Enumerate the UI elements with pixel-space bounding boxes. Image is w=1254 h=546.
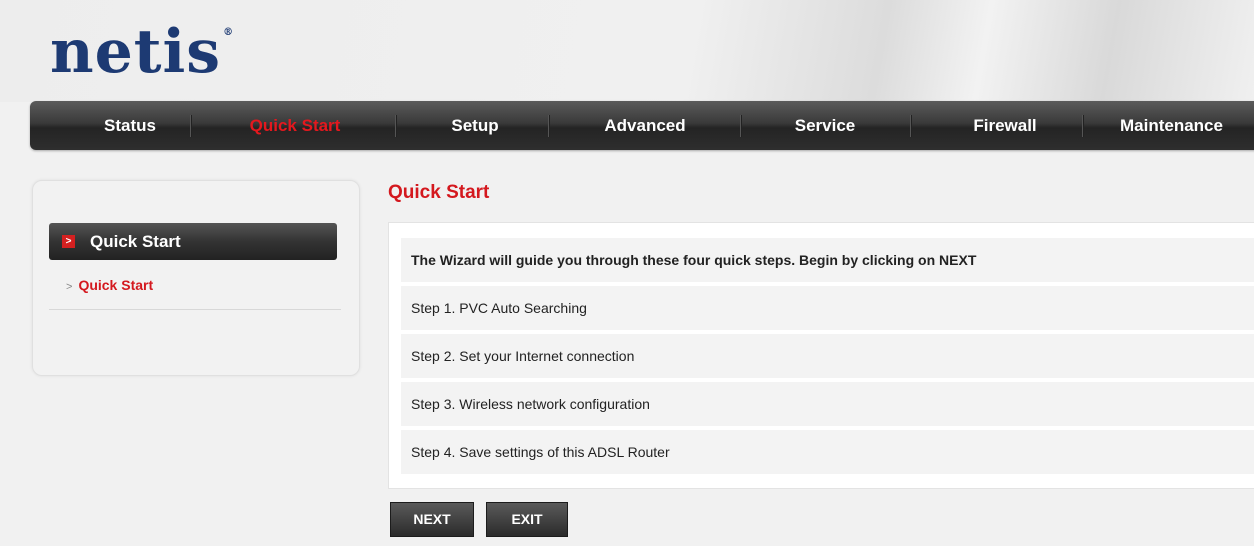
sidebar-divider [49,309,341,310]
chevron-right-icon: > [66,281,73,293]
wizard-step-3: Step 3. Wireless network configuration [401,382,1254,426]
logo-text: netis [50,17,222,87]
nav-separator [910,115,912,137]
arrow-right-icon: > [62,235,75,248]
sidebar-header-quick-start[interactable]: > Quick Start [49,223,337,260]
wizard-intro: The Wizard will guide you through these … [401,238,1254,282]
nav-separator [395,115,397,137]
sidebar-header-label: Quick Start [90,232,181,251]
nav-setup[interactable]: Setup [415,101,535,150]
nav-separator [548,115,550,137]
nav-separator [740,115,742,137]
netis-logo: netis ® [50,22,234,82]
nav-firewall[interactable]: Firewall [930,101,1080,150]
nav-separator [190,115,192,137]
nav-service[interactable]: Service [760,101,890,150]
sidebar-item-label: Quick Start [78,277,154,293]
sidebar-item-quick-start[interactable]: > Quick Start [66,277,153,293]
wizard-step-2: Step 2. Set your Internet connection [401,334,1254,378]
nav-quick-start[interactable]: Quick Start [220,101,370,150]
wizard-step-1: Step 1. PVC Auto Searching [401,286,1254,330]
wizard-step-4: Step 4. Save settings of this ADSL Route… [401,430,1254,474]
main-nav: Status Quick Start Setup Advanced Servic… [30,101,1254,150]
registered-mark: ® [223,27,235,38]
nav-maintenance[interactable]: Maintenance [1120,101,1254,150]
nav-advanced[interactable]: Advanced [570,101,720,150]
next-button[interactable]: NEXT [390,502,474,537]
nav-status[interactable]: Status [75,101,185,150]
nav-separator [1082,115,1084,137]
exit-button[interactable]: EXIT [486,502,568,537]
page-title: Quick Start [388,182,490,203]
